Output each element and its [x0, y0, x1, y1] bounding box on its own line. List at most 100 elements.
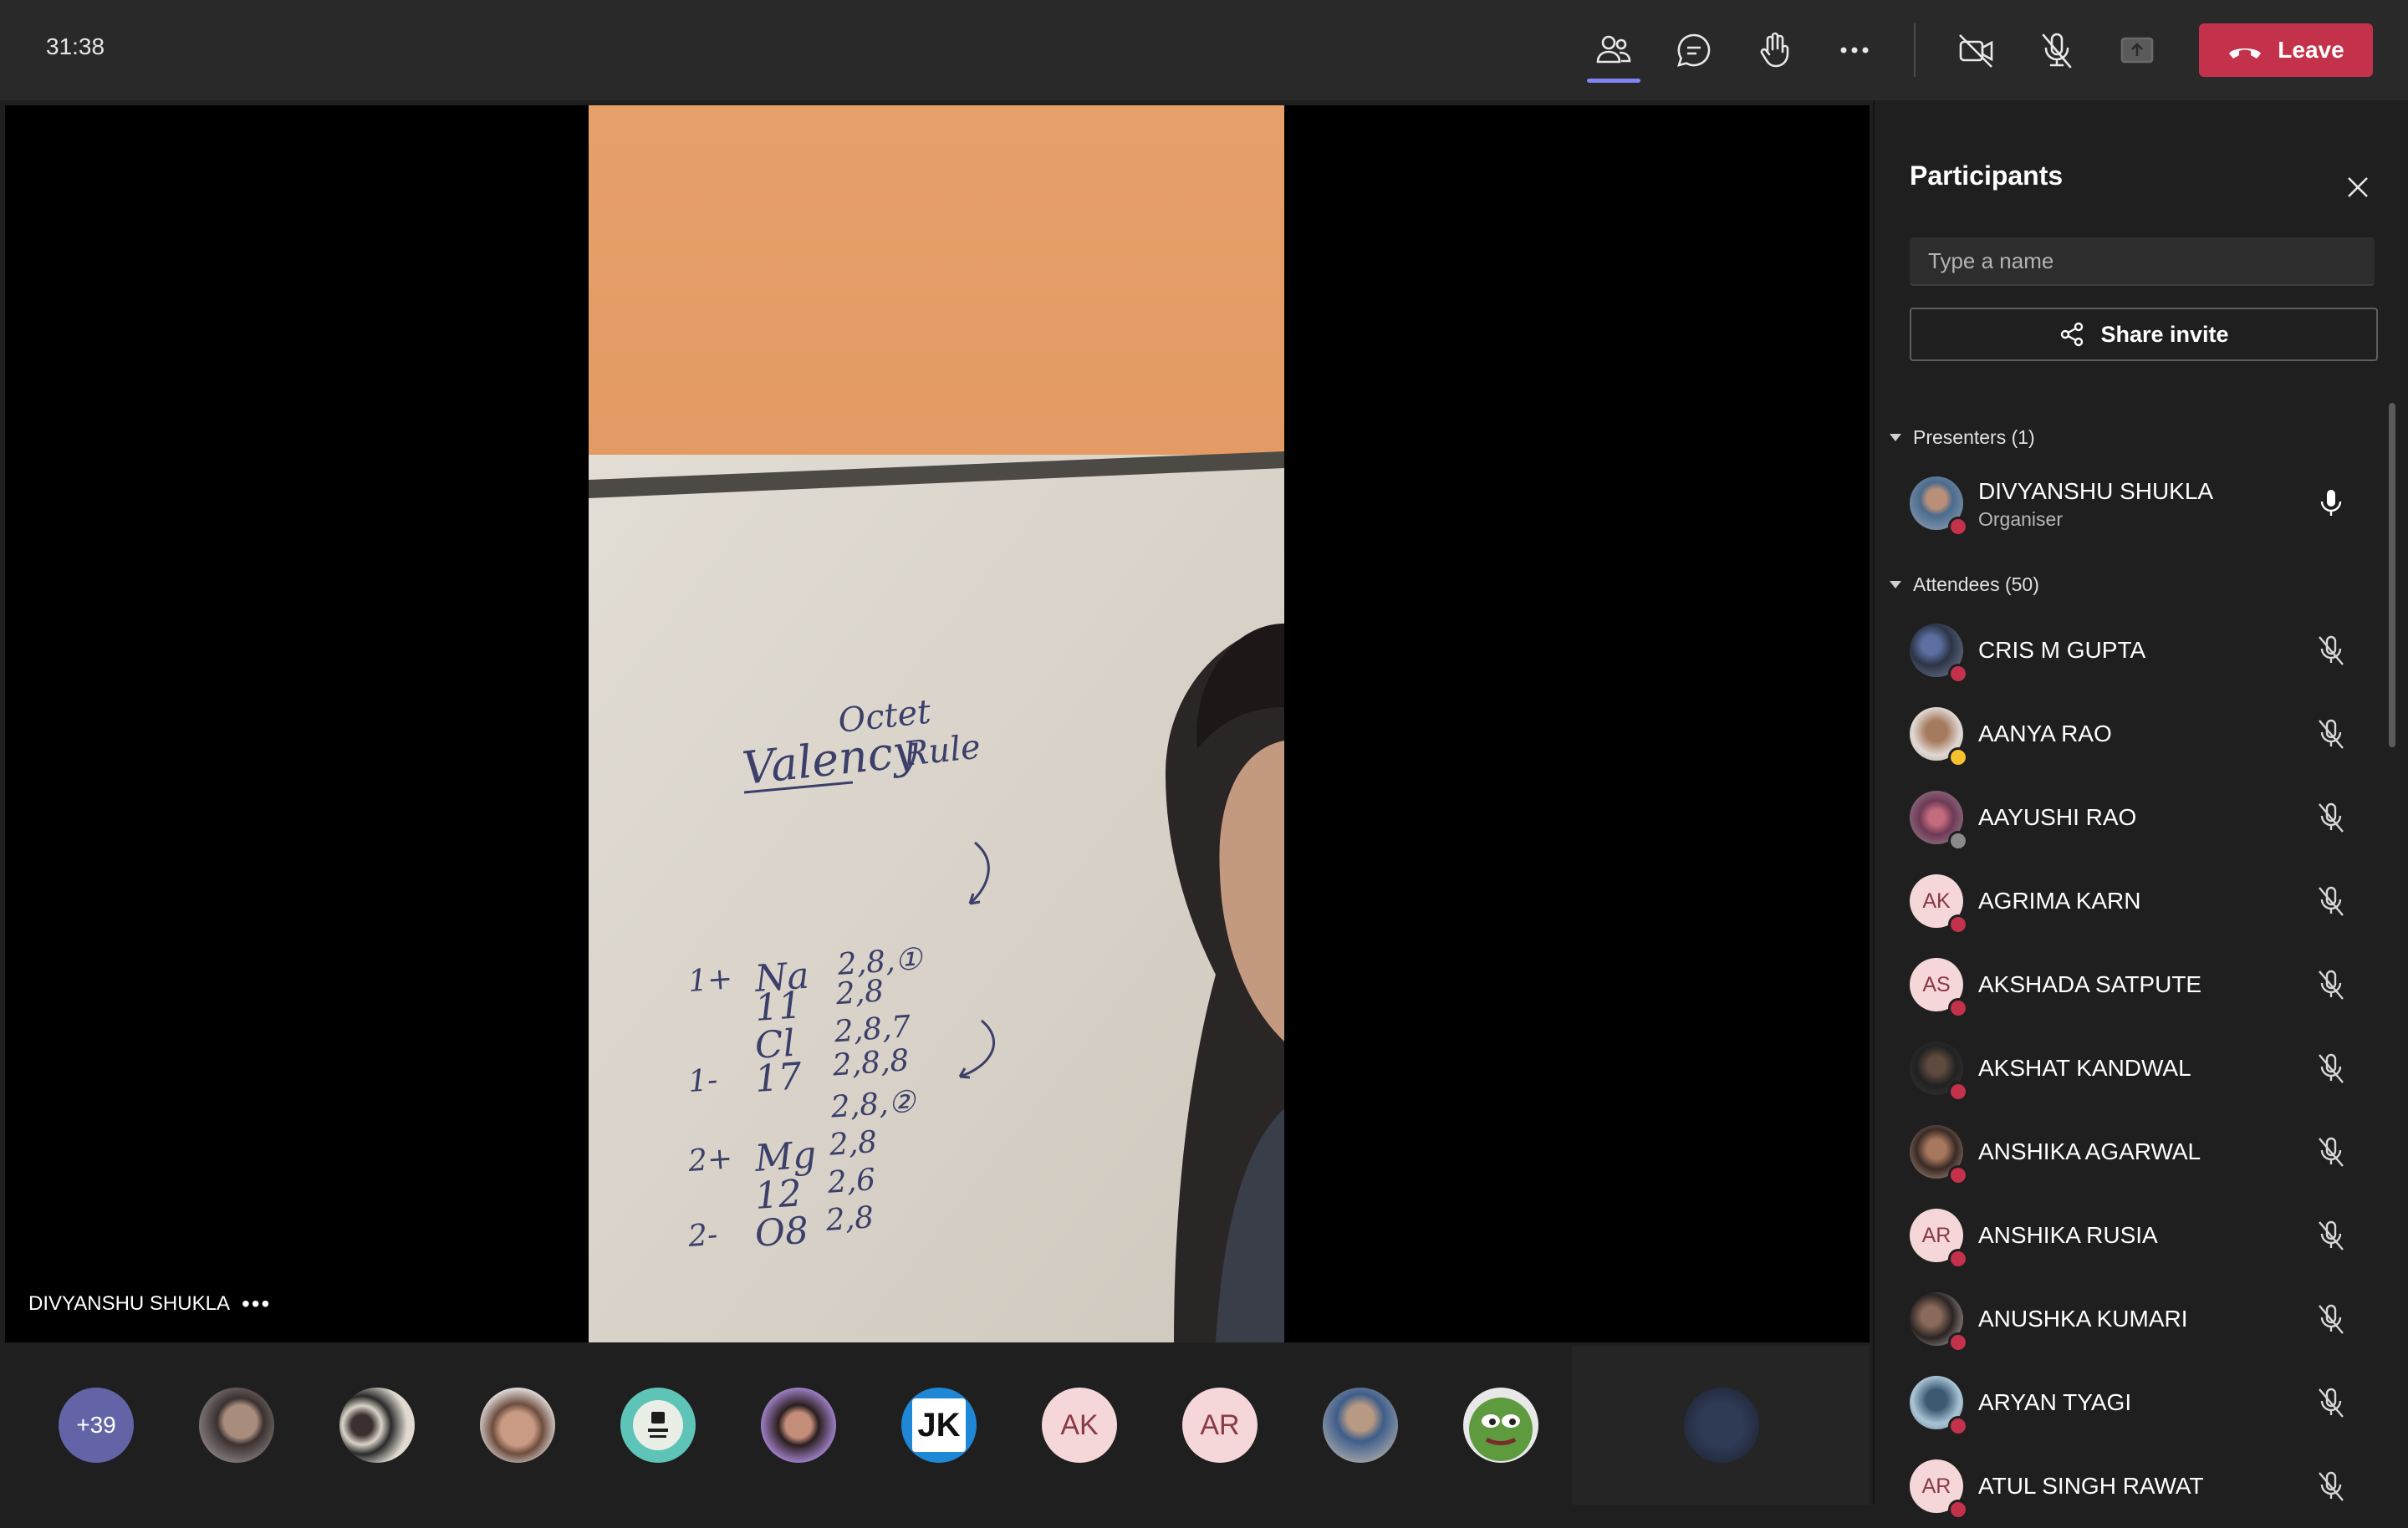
gallery-avatar[interactable] [199, 1388, 274, 1463]
attendee-row[interactable]: AANYA RAO [1875, 692, 2393, 776]
attendees-header: Attendees (50) [1913, 573, 2039, 595]
attendee-row[interactable]: AS AKSHADA SATPUTE [1875, 943, 2393, 1026]
raise-hand-icon[interactable] [1747, 23, 1801, 77]
participant-name: AANYA RAO [1978, 721, 2112, 746]
gallery-avatar[interactable] [620, 1388, 696, 1463]
share-invite-button[interactable]: Share invite [1910, 308, 2378, 361]
gallery-avatar[interactable] [1463, 1388, 1538, 1463]
participant-name: ANSHIKA RUSIA [1978, 1222, 2158, 1248]
camera-off-icon[interactable] [1950, 23, 2003, 77]
board-line-c3: 2,8,8 [830, 1043, 910, 1082]
participant-search-input[interactable] [1910, 237, 2375, 286]
meeting-toolbar: 31:38 Leave [0, 0, 2408, 100]
meeting-timer: 31:38 [46, 33, 105, 59]
gallery-avatar[interactable] [1323, 1388, 1398, 1463]
share-invite-label: Share invite [2100, 321, 2229, 347]
panel-scrollbar[interactable] [2389, 403, 2395, 747]
more-options-icon[interactable] [1828, 23, 1881, 77]
mic-muted-icon [2319, 802, 2344, 833]
presenters-header: Presenters (1) [1913, 426, 2035, 448]
gallery-initials[interactable]: AK [1042, 1388, 1117, 1463]
close-icon[interactable] [2338, 167, 2378, 207]
participant-name: AKSHAT KANDWAL [1978, 1055, 2191, 1081]
participant-name: ANUSHKA KUMARI [1978, 1306, 2188, 1332]
board-subtitle: Rule [900, 728, 982, 775]
presenter-row[interactable]: DIVYANSHU SHUKLA Organiser [1875, 461, 2393, 545]
gallery-avatar[interactable] [761, 1388, 836, 1463]
mic-muted-icon [2319, 970, 2344, 1000]
board-line-c3: 2,8 [824, 1200, 875, 1238]
participant-name: AKSHADA SATPUTE [1978, 971, 2202, 997]
attendee-row[interactable]: AR ANSHIKA RUSIA [1875, 1194, 2393, 1277]
panel-title: Participants [1910, 160, 2064, 191]
participant-name: CRIS M GUPTA [1978, 637, 2146, 663]
main-video-stage: Octet Valency Rule 1+ Na 2,8,① 11 2,8 Cl 2,8,7… [5, 105, 1870, 1342]
status-badge [1948, 1249, 1968, 1269]
mic-off-icon[interactable] [2030, 23, 2084, 77]
status-badge [1948, 747, 1968, 767]
gallery-initials: JK [912, 1398, 966, 1452]
participant-name: DIVYANSHU SHUKLA [1978, 478, 2214, 504]
overflow-count-button[interactable]: +39 [59, 1388, 134, 1463]
status-badge [1948, 998, 1968, 1018]
board-line-c1: 1+ [687, 961, 734, 999]
chevron-down-icon [1890, 434, 1901, 441]
gallery-initials[interactable]: AR [1182, 1388, 1258, 1463]
attendee-row[interactable]: ANSHIKA AGARWAL [1875, 1110, 2393, 1194]
board-line-c1: 1- [687, 1063, 719, 1099]
attendee-row[interactable]: AR ATUL SINGH RAWAT [1875, 1444, 2393, 1528]
share-tray-icon[interactable] [2110, 23, 2164, 77]
participant-name: AGRIMA KARN [1978, 888, 2141, 914]
status-badge [1948, 1500, 1968, 1520]
presenter-more-icon[interactable]: ••• [242, 1292, 271, 1316]
board-line-c3: 2,8,② [829, 1085, 917, 1125]
people-icon[interactable] [1587, 23, 1640, 77]
status-badge [1948, 831, 1968, 851]
leave-button[interactable]: Leave [2199, 23, 2373, 77]
board-line-c2: O8 [753, 1210, 809, 1256]
gallery-avatar[interactable]: JK [901, 1388, 977, 1463]
attendee-row[interactable]: AK AGRIMA KARN [1875, 859, 2393, 943]
board-line-c3: 2,8 [827, 1125, 878, 1163]
mic-muted-icon [2319, 1220, 2344, 1250]
status-badge [1948, 1416, 1968, 1436]
chat-icon[interactable] [1667, 23, 1721, 77]
board-line-c3: 2,6 [825, 1163, 876, 1200]
attendee-row[interactable]: ARYAN TYAGI [1875, 1361, 2393, 1444]
presenter-name-text: DIVYANSHU SHUKLA [28, 1292, 230, 1315]
presenters-section-toggle[interactable]: Presenters (1) [1890, 426, 2035, 449]
attendees-section-toggle[interactable]: Attendees (50) [1890, 573, 2039, 596]
presenter-name-label: DIVYANSHU SHUKLA ••• [28, 1292, 271, 1316]
mic-muted-icon [2319, 886, 2344, 916]
attendee-row[interactable]: AKSHAT KANDWAL [1875, 1026, 2393, 1110]
status-badge [1948, 1165, 1968, 1185]
active-tab-indicator [1587, 79, 1640, 83]
mic-muted-icon [2319, 719, 2344, 749]
status-badge [1948, 517, 1968, 537]
mic-muted-icon [2319, 1137, 2344, 1167]
status-badge [1948, 1332, 1968, 1352]
presenter-video: Octet Valency Rule 1+ Na 2,8,① 11 2,8 Cl 2,8,7… [589, 105, 1284, 1342]
mic-on-icon [2320, 490, 2342, 516]
attendee-row[interactable]: ANUSHKA KUMARI [1875, 1277, 2393, 1361]
board-line-c3: 2,8 [834, 974, 885, 1011]
gallery-avatar[interactable] [480, 1388, 555, 1463]
chevron-down-icon [1890, 581, 1901, 588]
mic-muted-icon [2319, 1471, 2344, 1501]
gallery-avatar[interactable] [339, 1388, 415, 1463]
leave-label: Leave [2278, 37, 2344, 63]
self-avatar[interactable] [1684, 1388, 1759, 1463]
board-line-c2: 17 [753, 1055, 803, 1101]
hang-up-icon [2229, 48, 2262, 59]
participant-role: Organiser [1978, 508, 2063, 530]
attendee-row[interactable]: CRIS M GUPTA [1875, 609, 2393, 692]
status-badge [1948, 664, 1968, 684]
logo-icon [633, 1400, 683, 1450]
participants-panel: Participants Share invite Presenters (1)… [1873, 100, 2408, 1520]
toolbar-divider [1914, 23, 1916, 77]
attendee-row[interactable]: AAYUSHI RAO [1875, 776, 2393, 859]
participant-name: AAYUSHI RAO [1978, 804, 2137, 830]
board-line-c1: 2- [686, 1218, 719, 1254]
mic-muted-icon [2319, 1304, 2344, 1334]
frog-avatar-icon [1469, 1398, 1533, 1461]
